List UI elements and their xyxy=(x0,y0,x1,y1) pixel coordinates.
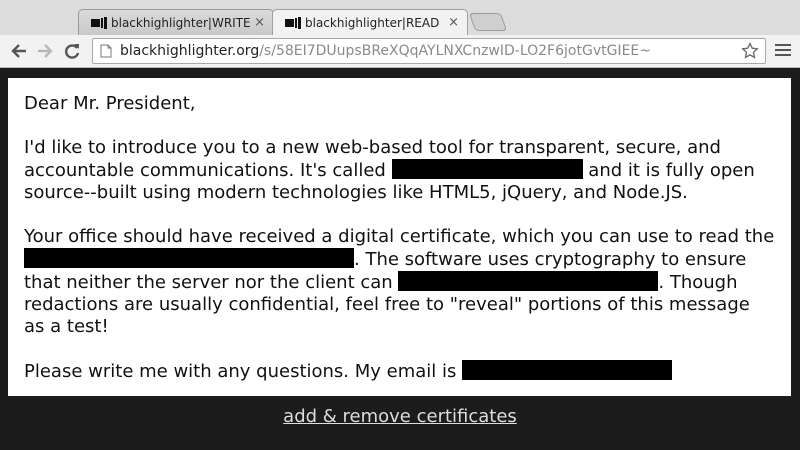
close-icon[interactable]: × xyxy=(254,15,265,30)
letter-body: Dear Mr. President, I'd like to introduc… xyxy=(8,78,791,396)
tab-title: blackhighlighter|WRITE xyxy=(111,15,251,30)
black-highlighter-favicon xyxy=(285,16,301,29)
black-highlighter-favicon xyxy=(91,16,107,29)
page-icon xyxy=(100,44,112,58)
address-bar[interactable]: blackhighlighter.org/s/58EI7DUupsBReXQqA… xyxy=(92,38,766,64)
new-tab-button[interactable] xyxy=(468,13,508,31)
bookmark-star-icon[interactable] xyxy=(741,42,759,60)
redaction-block[interactable] xyxy=(391,159,583,179)
page-content: Dear Mr. President, I'd like to introduc… xyxy=(0,68,800,450)
greeting: Dear Mr. President, xyxy=(24,93,196,114)
browser-toolbar: blackhighlighter.org/s/58EI7DUupsBReXQqA… xyxy=(0,35,800,68)
text-segment: Your office should have received a digit… xyxy=(24,226,775,247)
text-segment: Please write me with any questions. My e… xyxy=(24,361,463,382)
tab-strip: blackhighlighter|WRITE × blackhighlighte… xyxy=(0,0,800,35)
forward-arrow-icon[interactable] xyxy=(35,40,55,62)
redaction-block[interactable] xyxy=(24,248,354,268)
redaction-block[interactable] xyxy=(462,360,673,380)
tab-write[interactable]: blackhighlighter|WRITE × xyxy=(78,9,274,35)
tab-read[interactable]: blackhighlighter|READ × xyxy=(272,9,468,35)
add-remove-certificates-link[interactable]: add & remove certificates xyxy=(0,406,800,427)
paragraph-2: Your office should have received a digit… xyxy=(24,226,775,338)
back-arrow-icon[interactable] xyxy=(9,40,29,62)
url-path: /s/58EI7DUupsBReXQqAYLNXCnzwID-LO2F6jotG… xyxy=(259,43,651,59)
redaction-block[interactable] xyxy=(398,271,659,291)
paragraph-3: Please write me with any questions. My e… xyxy=(24,360,775,383)
paragraph-1: I'd like to introduce you to a new web-b… xyxy=(24,137,775,204)
reload-icon[interactable] xyxy=(62,40,82,62)
url-text: blackhighlighter.org/s/58EI7DUupsBReXQqA… xyxy=(120,43,741,59)
hamburger-menu-icon[interactable] xyxy=(775,44,791,58)
url-host: blackhighlighter.org xyxy=(120,43,260,59)
tab-title: blackhighlighter|READ xyxy=(305,15,440,30)
close-icon[interactable]: × xyxy=(448,15,459,30)
